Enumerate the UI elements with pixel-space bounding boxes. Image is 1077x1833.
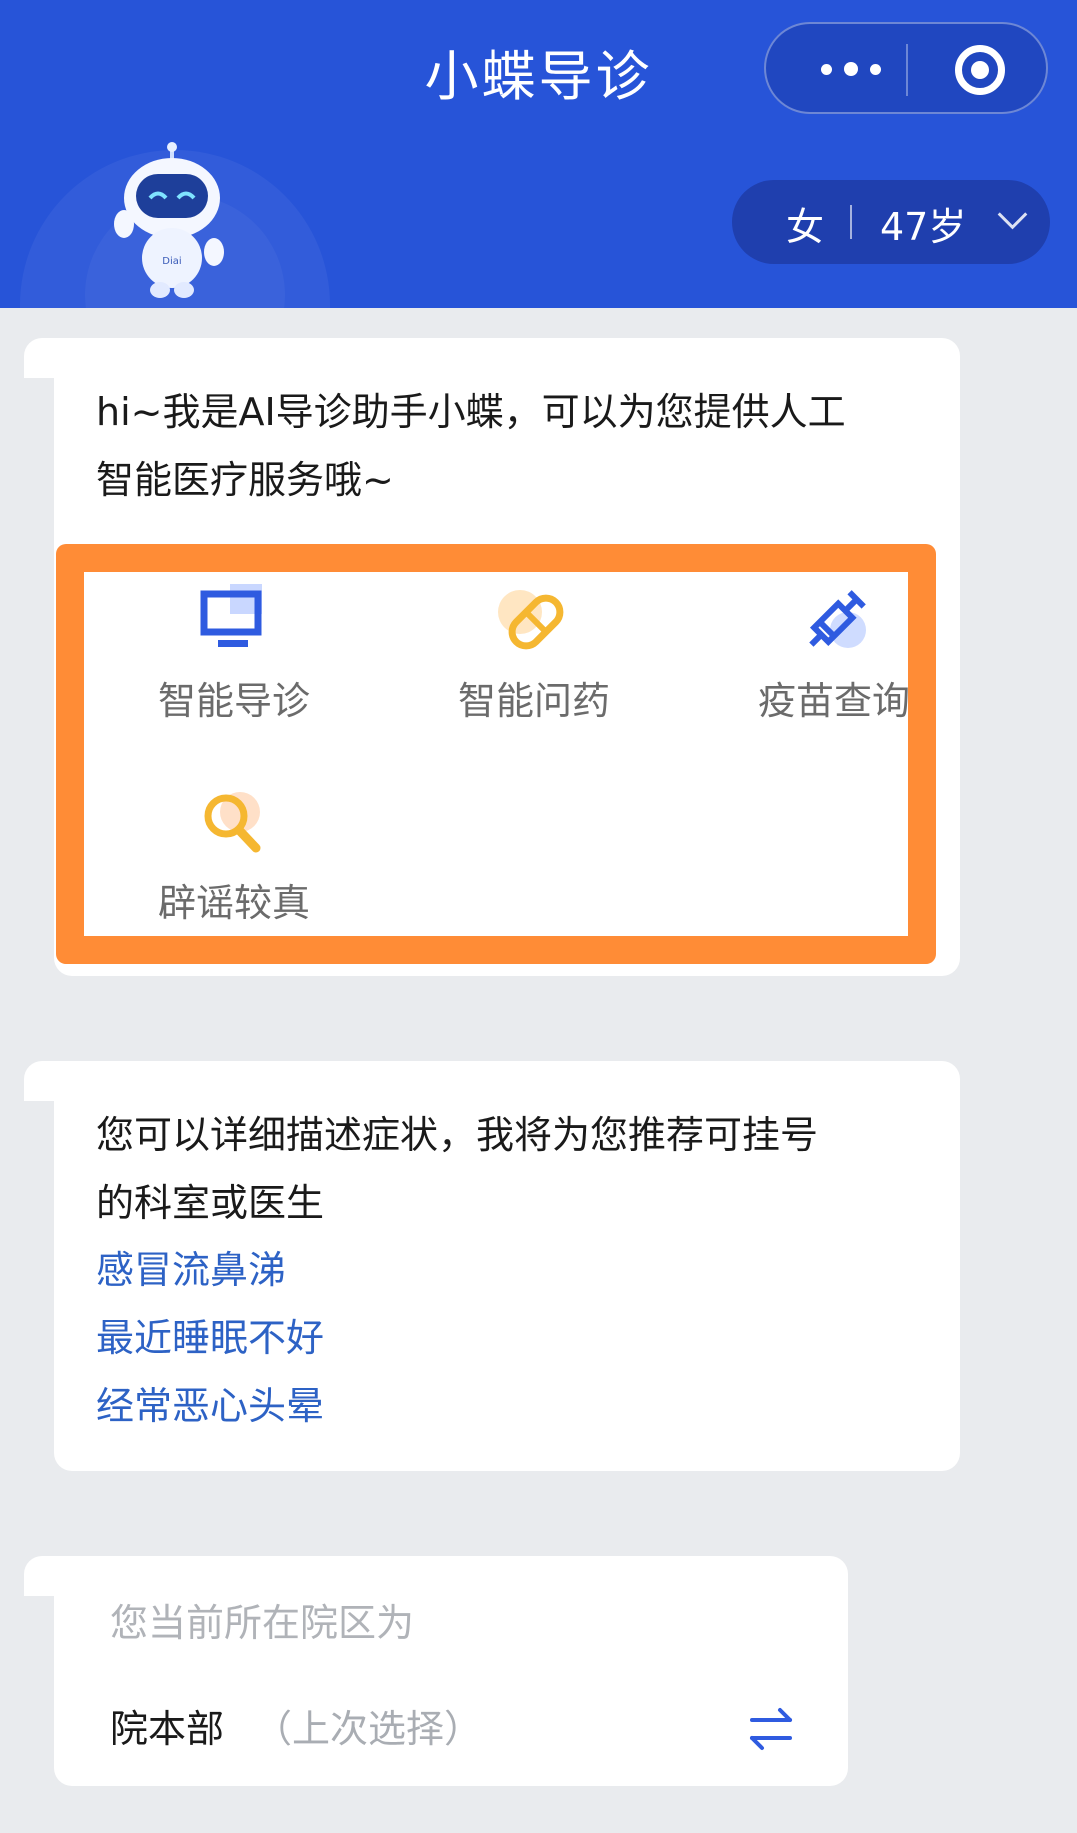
symptom-line-2: 的科室或医生 xyxy=(96,1181,325,1225)
greeting-line-2: 智能医疗服务哦~ xyxy=(96,458,394,502)
more-dots-icon[interactable] xyxy=(806,52,896,86)
service-label: 智能导诊 xyxy=(157,679,310,723)
monitor-icon xyxy=(200,584,262,647)
profile-divider xyxy=(850,205,852,239)
symptom-text: 您可以详细描述症状，我将为您推荐可挂号 的科室或医生 xyxy=(96,1101,916,1237)
profile-age: 47岁 xyxy=(880,205,967,249)
pill-icon xyxy=(498,590,564,650)
campus-note: （上次选择） xyxy=(254,1707,483,1751)
syringe-icon xyxy=(809,590,866,648)
campus-hint: 您当前所在院区为 xyxy=(110,1601,415,1645)
robot-mascot-icon: Diai xyxy=(114,142,224,298)
svg-text:Diai: Diai xyxy=(162,256,181,267)
service-grid: 智能导诊 智能问药 疫苗查询 辟谣较真 xyxy=(56,544,936,964)
service-rumor-check[interactable]: 辟谣较真 xyxy=(134,784,334,944)
campus-name[interactable]: 院本部 xyxy=(110,1698,224,1753)
target-circle-icon[interactable] xyxy=(955,45,1005,95)
campus-card: 您当前所在院区为 院本部 （上次选择） xyxy=(24,1556,848,1786)
greeting-line-1: hi~我是AI导诊助手小蝶，可以为您提供人工 xyxy=(96,390,846,434)
service-label: 智能问药 xyxy=(457,679,610,723)
suggestion-link[interactable]: 感冒流鼻涕 xyxy=(96,1239,286,1294)
app-header: 小蝶导诊 Diai 女 47岁 xyxy=(0,0,1077,308)
mini-program-capsule xyxy=(764,22,1048,114)
swap-arrows-icon[interactable] xyxy=(746,1704,796,1754)
suggestion-link[interactable]: 最近睡眠不好 xyxy=(96,1307,324,1362)
symptom-message-card: 您可以详细描述症状，我将为您推荐可挂号 的科室或医生 感冒流鼻涕 最近睡眠不好 … xyxy=(24,1061,960,1471)
chevron-down-icon xyxy=(997,199,1028,230)
service-smart-triage[interactable]: 智能导诊 xyxy=(134,582,334,742)
suggestion-link[interactable]: 经常恶心头晕 xyxy=(96,1375,324,1430)
service-label: 疫苗查询 xyxy=(757,679,910,723)
greeting-text: hi~我是AI导诊助手小蝶，可以为您提供人工 智能医疗服务哦~ xyxy=(96,378,916,514)
service-vaccine-query[interactable]: 疫苗查询 xyxy=(734,582,934,742)
profile-gender: 女 xyxy=(786,205,825,249)
patient-profile-selector[interactable]: 女 47岁 xyxy=(732,180,1050,264)
symptom-line-1: 您可以详细描述症状，我将为您推荐可挂号 xyxy=(96,1113,819,1157)
capsule-divider xyxy=(906,44,908,96)
greeting-message-card: hi~我是AI导诊助手小蝶，可以为您提供人工 智能医疗服务哦~ 智能导诊 智能问… xyxy=(24,338,960,976)
service-smart-medicine[interactable]: 智能问药 xyxy=(434,582,634,742)
magnifier-icon xyxy=(204,792,261,853)
service-label: 辟谣较真 xyxy=(157,881,310,925)
